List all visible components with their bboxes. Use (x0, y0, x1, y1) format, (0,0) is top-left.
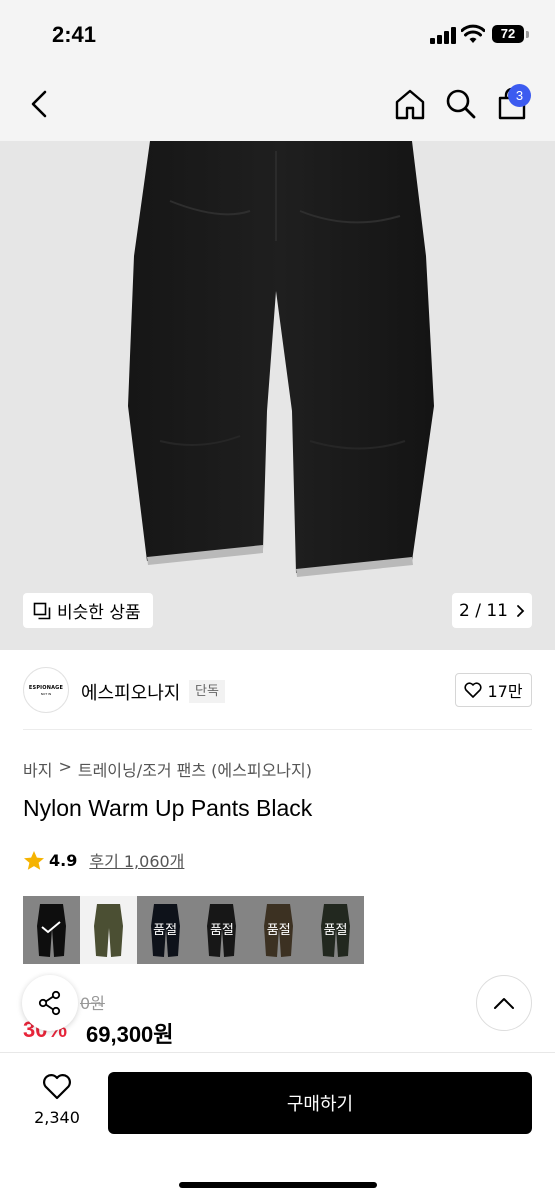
chevron-right-icon (517, 604, 525, 617)
search-icon[interactable] (443, 86, 479, 122)
soldout-label: 품절 (323, 923, 348, 938)
color-swatch[interactable]: 품절 (307, 896, 364, 964)
signal-icon (430, 27, 456, 44)
product-image-gallery[interactable] (0, 141, 555, 650)
breadcrumb-item[interactable]: 바지 (23, 757, 52, 781)
top-nav (0, 68, 555, 141)
rating-row: 4.9 후기 1,060개 (23, 848, 184, 872)
soldout-label: 품절 (266, 923, 291, 938)
soldout-label: 품절 (209, 923, 234, 938)
home-icon[interactable] (392, 86, 428, 122)
buy-button[interactable]: 구매하기 (108, 1072, 532, 1134)
wishlist-button[interactable]: 2,340 (22, 1073, 92, 1127)
breadcrumb-item[interactable]: 트레이닝/조거 팬츠 (에스피오나지) (78, 757, 312, 781)
image-page-counter[interactable]: 2 / 11 (452, 593, 532, 628)
similar-icon (33, 602, 51, 619)
exclusive-badge: 단독 (189, 680, 225, 703)
check-icon (41, 921, 61, 934)
swatch-image (93, 904, 123, 957)
share-icon (38, 990, 61, 1016)
soldout-label: 품절 (153, 923, 178, 938)
star-icon (24, 850, 44, 870)
scroll-top-button[interactable] (476, 975, 532, 1031)
color-swatch[interactable]: 품절 (193, 896, 251, 964)
color-swatch[interactable] (23, 896, 80, 964)
breadcrumb: 바지 > 트레이닝/조거 팬츠 (에스피오나지) (23, 757, 312, 781)
breadcrumb-separator: > (58, 757, 72, 776)
similar-products-label: 비슷한 상품 (57, 603, 141, 623)
divider (23, 729, 532, 730)
rating-score: 4.9 (49, 850, 78, 870)
share-button[interactable] (22, 975, 78, 1031)
product-title: Nylon Warm Up Pants Black (23, 795, 313, 821)
color-options: 품절 품절 품절 품절 (23, 896, 364, 964)
wishlist-count: 2,340 (34, 1108, 80, 1127)
color-swatch[interactable]: 품절 (136, 896, 194, 964)
back-arrow-icon[interactable] (22, 86, 58, 122)
review-count-link[interactable]: 후기 1,060개 (89, 848, 184, 872)
heart-icon (43, 1074, 71, 1100)
brand-logo[interactable]: ESPIONAGE NOT IN (23, 667, 69, 713)
product-image (128, 141, 434, 577)
chevron-up-icon (494, 998, 514, 1009)
heart-icon (464, 682, 482, 698)
page-indicator-text: 2 / 11 (459, 600, 508, 621)
sale-price: 69,300원 (86, 1022, 174, 1047)
status-time: 2:41 (52, 22, 97, 47)
home-indicator (179, 1182, 377, 1188)
wifi-icon (461, 24, 485, 43)
original-price: 0원 (80, 994, 105, 1013)
cart-count-badge: 3 (508, 84, 531, 107)
battery-cap (526, 31, 529, 38)
similar-products-button[interactable]: 비슷한 상품 (23, 593, 153, 628)
brand-like-button[interactable]: 17만 (455, 673, 532, 707)
brand-like-count: 17만 (487, 682, 523, 701)
battery-icon: 72 (492, 25, 524, 43)
color-swatch[interactable] (79, 896, 137, 964)
brand-name[interactable]: 에스피오나지 (81, 679, 180, 705)
status-bar: 2:41 72 (0, 0, 555, 68)
color-swatch[interactable]: 품절 (250, 896, 308, 964)
